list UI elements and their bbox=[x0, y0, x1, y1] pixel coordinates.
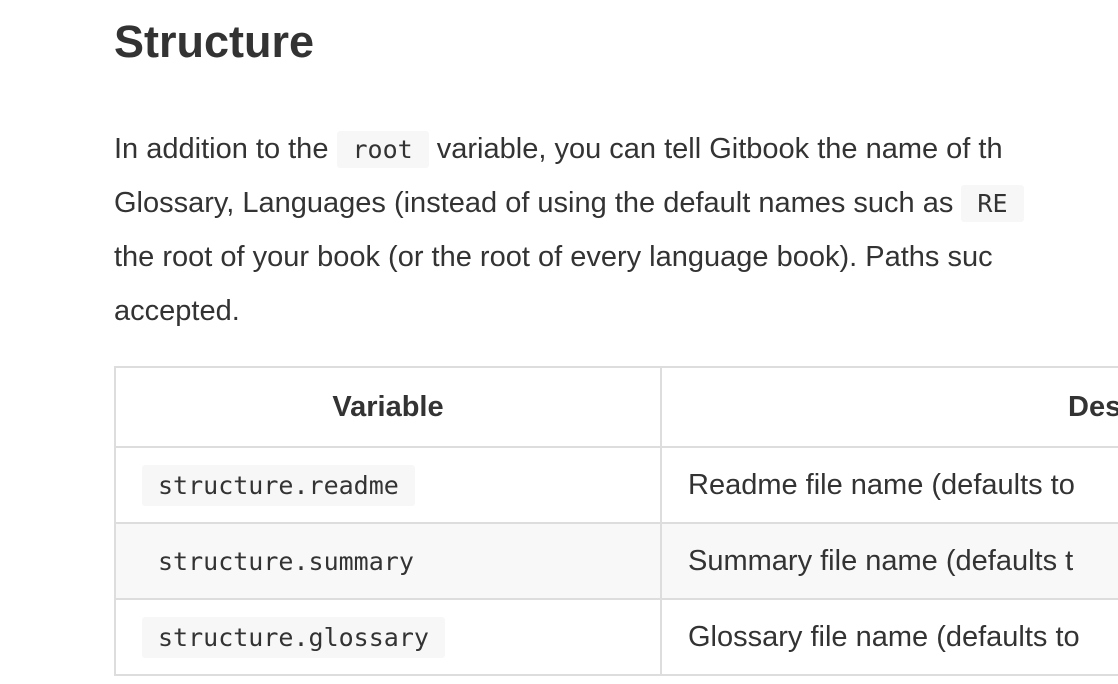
inline-code-readme: RE bbox=[961, 185, 1024, 222]
table-row: structure.readme Readme file name (defau… bbox=[114, 446, 1118, 524]
inline-code-root: root bbox=[336, 131, 429, 168]
description-cell: Readme file name (defaults to bbox=[660, 446, 1118, 524]
paragraph-line-4: accepted. bbox=[114, 295, 240, 327]
paragraph-line-2: Glossary, Languages (instead of using th… bbox=[114, 176, 1118, 230]
variable-code: structure.readme bbox=[142, 464, 415, 506]
header-description: Des bbox=[660, 366, 1118, 448]
table-header-row: Variable Des bbox=[114, 366, 1118, 448]
variable-code: structure.summary bbox=[158, 546, 414, 576]
variable-cell: structure.summary bbox=[114, 522, 662, 600]
table-row: structure.summary Summary file name (def… bbox=[114, 522, 1118, 600]
description-cell: Glossary file name (defaults to bbox=[660, 598, 1118, 676]
page: Structure In addition to the root variab… bbox=[0, 0, 1118, 684]
table-row: structure.glossary Glossary file name (d… bbox=[114, 598, 1118, 676]
structure-variables-table: Variable Des structure.readme Readme fil… bbox=[114, 366, 1118, 676]
variable-code: structure.glossary bbox=[142, 616, 445, 658]
section-title: Structure bbox=[114, 16, 315, 67]
description-cell: Summary file name (defaults t bbox=[660, 522, 1118, 600]
paragraph-line-1: In addition to the root variable, you ca… bbox=[114, 122, 1118, 176]
paragraph-line-3: the root of your book (or the root of ev… bbox=[114, 241, 993, 273]
variable-cell: structure.glossary bbox=[114, 598, 662, 676]
text-segment: In addition to the bbox=[114, 133, 337, 165]
text-segment: Glossary, Languages (instead of using th… bbox=[114, 187, 962, 219]
structure-description: In addition to the root variable, you ca… bbox=[114, 122, 1118, 338]
header-variable: Variable bbox=[114, 366, 662, 448]
variable-cell: structure.readme bbox=[114, 446, 662, 524]
text-segment: variable, you can tell Gitbook the name … bbox=[428, 133, 1003, 165]
